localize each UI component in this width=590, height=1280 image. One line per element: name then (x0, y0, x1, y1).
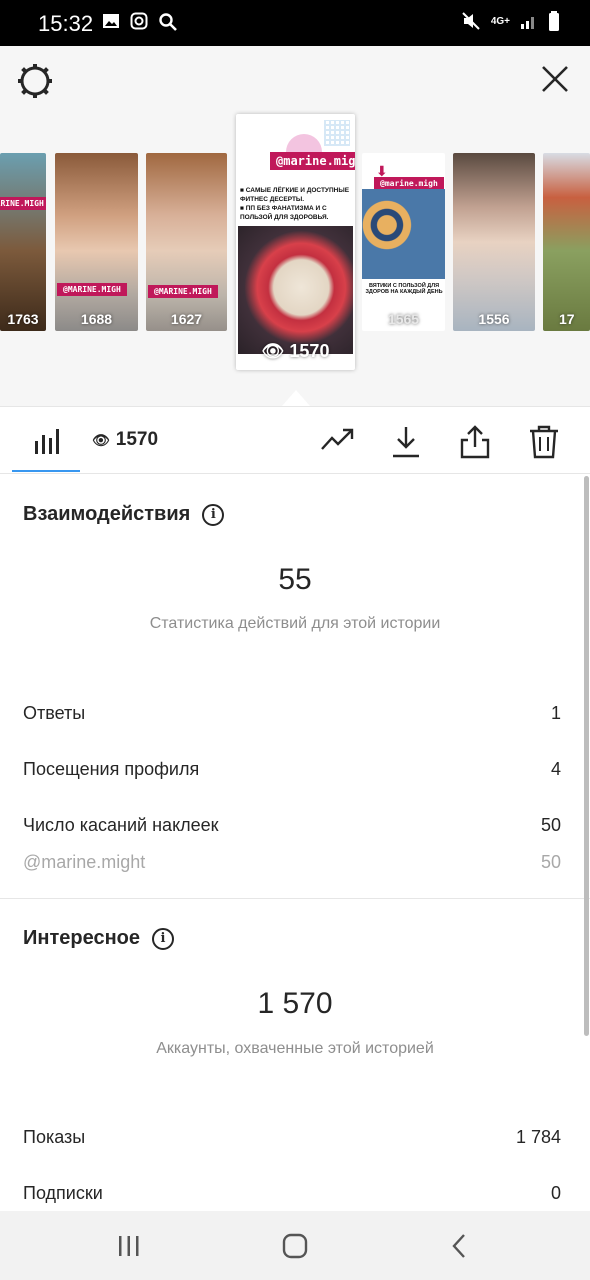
story-thumbnail[interactable]: @MARINE.MIGH 1627 (146, 153, 227, 331)
thumbnail-views: 1556 (478, 311, 510, 327)
signal-icon (521, 17, 534, 29)
thumbnail-tag: @marine.migh (270, 152, 355, 170)
battery-icon (549, 11, 559, 31)
system-navigation-bar (0, 1211, 590, 1280)
home-icon[interactable] (282, 1233, 308, 1259)
info-icon[interactable]: i (202, 503, 225, 526)
stat-row: Подписки 0 (23, 1183, 561, 1204)
thumbnail-tag: @MARINE.MIGH (0, 197, 46, 210)
dessert-photo (238, 226, 353, 354)
eye-icon: 👁 (92, 431, 110, 448)
active-tab-indicator (12, 470, 80, 472)
story-thumbnail[interactable]: 1556 (453, 153, 535, 331)
story-thumbnail[interactable]: @MARINE.MIGH 1763 (0, 153, 46, 331)
close-icon[interactable] (540, 64, 570, 94)
share-icon[interactable] (459, 425, 491, 459)
recent-apps-icon[interactable] (117, 1235, 141, 1257)
thumbnail-views: 1688 (80, 311, 113, 327)
thumbnail-views: 1565 (387, 311, 420, 327)
thumbnail-views: 👁 1570 (261, 341, 330, 361)
donuts-photo (362, 189, 445, 279)
mute-icon (462, 12, 480, 30)
stat-subrow: @marine.might 50 (23, 852, 561, 873)
story-thumbnail-selected[interactable]: @marine.migh ■ САМЫЕ ЛЁГКИЕ И ДОСТУПНЫЕ … (236, 114, 355, 370)
story-text-line: ■ ПП БЕЗ ФАНАТИЗМА И С ПОЛЬЗОЙ ДЛЯ ЗДОРО… (240, 205, 329, 221)
thumbnail-views: 1627 (170, 311, 203, 327)
story-thumbnail[interactable]: 17 (543, 153, 590, 331)
insights-icon[interactable] (34, 427, 60, 455)
interactions-total: 55 (278, 563, 312, 596)
section-title: Взаимодействия (23, 503, 191, 525)
stat-label: @marine.might (23, 852, 146, 872)
clock: 15:32 (38, 11, 94, 36)
stat-label: Показы (23, 1127, 86, 1147)
decorative-grid (324, 120, 350, 146)
info-icon[interactable]: i (152, 927, 174, 950)
stat-row: Число касаний наклеек 50 (23, 815, 561, 836)
trending-icon[interactable] (321, 425, 355, 453)
search-icon (159, 13, 177, 31)
selected-story-pointer (282, 390, 310, 406)
story-text-line: ■ САМЫЕ ЛЁГКИЕ И ДОСТУПНЫЕ ФИТНЕС ДЕСЕРТ… (240, 187, 350, 203)
stat-value: 1 (550, 703, 561, 723)
delete-icon[interactable] (528, 425, 560, 459)
stat-row: Посещения профиля 4 (23, 759, 561, 780)
stat-value: 50 (540, 852, 561, 872)
eye-icon: 👁 (261, 341, 290, 361)
stat-label: Подписки (23, 1183, 103, 1203)
section-divider (0, 898, 590, 899)
story-toolbar: 👁 1570 (0, 406, 590, 474)
scrollbar[interactable] (584, 476, 589, 1036)
viewers-count[interactable]: 👁 1570 (92, 429, 158, 451)
stat-label: Число касаний наклеек (23, 815, 219, 835)
stat-value: 50 (540, 815, 561, 835)
status-bar: 15:32 4G+ (0, 0, 590, 46)
thumbnail-tag: @MARINE.MIGH (57, 283, 127, 296)
stat-label: Ответы (23, 703, 86, 723)
stat-row: Ответы 1 (23, 703, 561, 724)
discovery-caption: Аккаунты, охваченные этой историей (156, 1040, 434, 1057)
thumbnail-views: 17 (559, 311, 575, 327)
stat-value: 4 (550, 759, 561, 779)
story-thumbnail[interactable]: @MARINE.MIGH 1688 (55, 153, 138, 331)
network-label: 4G+ (490, 15, 510, 27)
section-title: Интересное (23, 927, 140, 949)
instagram-icon (130, 12, 148, 30)
discovery-total: 1 570 (257, 987, 333, 1020)
download-icon[interactable] (391, 425, 421, 459)
interactions-caption: Статистика действий для этой истории (149, 615, 441, 632)
stat-value: 1 784 (515, 1127, 561, 1147)
viewers-count-value: 1570 (115, 429, 159, 450)
gallery-icon (103, 14, 119, 28)
thumbnail-tag: @MARINE.MIGH (148, 285, 218, 298)
story-thumbnail[interactable]: ⬇ @marine.migh ВЯТИКИ С ПОЛЬЗОЙ ДЛЯ ЗДОР… (362, 153, 445, 331)
stat-row: Показы 1 784 (23, 1127, 561, 1148)
thumbnail-views: 1763 (7, 311, 39, 327)
stat-value: 0 (550, 1183, 561, 1203)
stat-label: Посещения профиля (23, 759, 200, 779)
interactions-header: Взаимодействия i (23, 503, 225, 526)
discovery-header: Интересное i (23, 927, 174, 950)
settings-icon[interactable] (16, 62, 54, 100)
back-icon[interactable] (451, 1233, 467, 1259)
thumbnail-caption: ВЯТИКИ С ПОЛЬЗОЙ ДЛЯ ЗДОРОВ НА КАЖДЫЙ ДЕ… (365, 283, 443, 295)
